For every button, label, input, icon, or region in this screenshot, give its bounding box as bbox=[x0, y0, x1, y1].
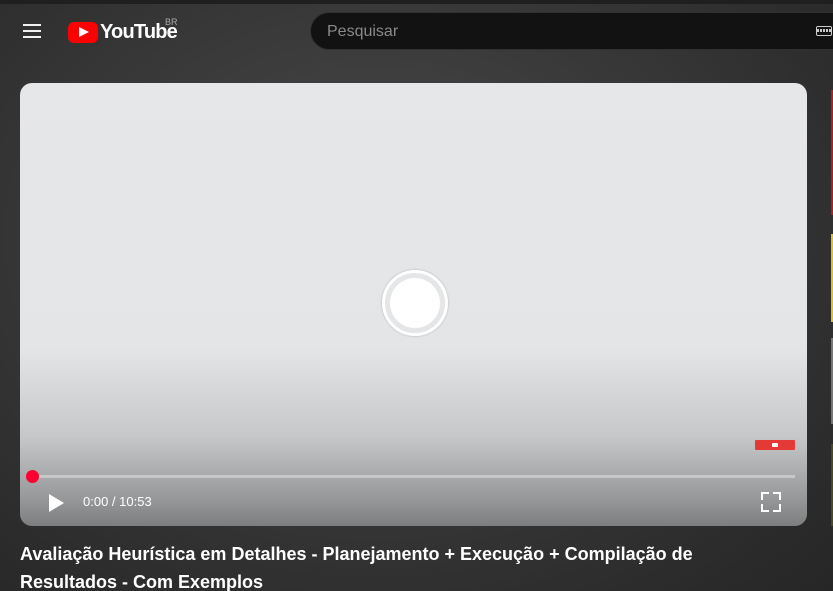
fullscreen-icon[interactable] bbox=[760, 491, 782, 513]
watermark-logo-icon bbox=[772, 443, 778, 447]
channel-watermark-icon[interactable] bbox=[755, 440, 795, 450]
time-display: 0:00 / 10:53 bbox=[83, 494, 152, 509]
youtube-watch-page: YouTube BR 0:00 / 10:53 Avaliação Heurís… bbox=[0, 0, 833, 591]
search-input[interactable] bbox=[325, 13, 799, 51]
video-player[interactable]: 0:00 / 10:53 bbox=[20, 83, 807, 526]
hamburger-menu-icon[interactable] bbox=[20, 21, 44, 41]
progress-bar[interactable] bbox=[32, 475, 795, 478]
play-icon[interactable] bbox=[47, 493, 67, 513]
search-box bbox=[310, 12, 833, 51]
video-title: Avaliação Heurística em Detalhes - Plane… bbox=[20, 544, 693, 591]
loading-spinner-icon bbox=[382, 270, 448, 336]
top-strip bbox=[0, 0, 833, 4]
youtube-logo[interactable]: YouTube bbox=[68, 20, 178, 44]
logo-region-code: BR bbox=[165, 17, 178, 27]
youtube-play-logo-icon bbox=[68, 21, 98, 43]
keyboard-icon[interactable] bbox=[816, 26, 832, 36]
progress-scrubber[interactable] bbox=[26, 470, 39, 483]
